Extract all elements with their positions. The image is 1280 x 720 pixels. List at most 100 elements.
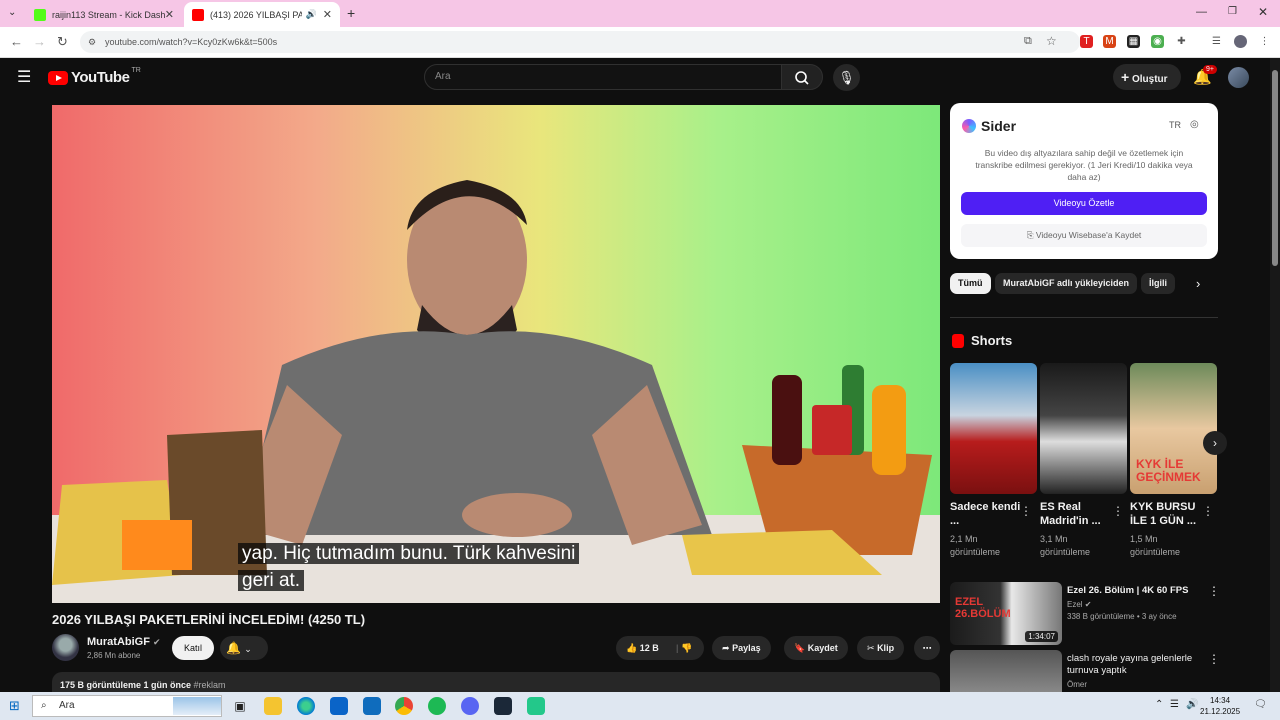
related-video-title[interactable]: clash royale yayına gelenlerle turnuva y…	[1067, 653, 1207, 677]
more-vert-icon[interactable]: ⋮	[1202, 504, 1214, 518]
chip-related[interactable]: İlgili	[1141, 273, 1175, 294]
related-channel[interactable]: Ezel ✔	[1067, 599, 1092, 610]
video-player[interactable]: yap. Hiç tutmadım bunu. Türk kahvesini g…	[52, 105, 940, 603]
extension-red-icon[interactable]: T	[1080, 35, 1093, 48]
taskbar-clock[interactable]: 14:34 21.12.2025	[1200, 695, 1240, 717]
more-vert-icon[interactable]: ⋮	[1208, 652, 1220, 666]
short-thumbnail[interactable]	[950, 363, 1037, 494]
youtube-logo[interactable]: YouTube TR	[48, 67, 141, 86]
close-tab-icon[interactable]: ✕	[165, 8, 174, 21]
tab-kick-dashboard[interactable]: raijin113 Stream - Kick Dashboa ✕	[26, 2, 182, 27]
chip-all[interactable]: Tümü	[950, 273, 991, 294]
show-hidden-icons-chevron[interactable]: ⌃	[1155, 699, 1163, 710]
create-button[interactable]: + Oluştur	[1113, 64, 1181, 90]
windows-start-icon[interactable]: ⊞	[9, 698, 20, 714]
share-button[interactable]: ➦ Paylaş	[712, 636, 771, 660]
tab-list-chevron-icon[interactable]: ⌄	[8, 7, 16, 18]
bookmark-star-icon[interactable]: ☆	[1046, 34, 1057, 48]
browser-menu-icon[interactable]: ⋮	[1258, 35, 1271, 48]
join-button[interactable]: Katıl	[172, 636, 214, 660]
close-tab-icon[interactable]: ✕	[323, 8, 332, 21]
chip-from-uploader[interactable]: MuratAbiGF adlı yükleyiciden	[995, 273, 1138, 294]
address-bar[interactable]: ⚙ youtube.com/watch?v=Kcy0zKw6k&t=500s	[80, 31, 1080, 53]
extension-fox-icon[interactable]: M	[1103, 35, 1116, 48]
shorts-next-button[interactable]: ›	[1203, 431, 1227, 455]
minimize-window-button[interactable]: —	[1196, 6, 1207, 18]
short-title[interactable]: ES Real Madrid'in ...	[1040, 500, 1112, 528]
channel-name[interactable]: MuratAbiGF ✔	[87, 636, 161, 648]
network-icon[interactable]: ☰	[1170, 699, 1179, 710]
search-button[interactable]	[781, 64, 823, 90]
close-window-button[interactable]: ✕	[1258, 5, 1268, 19]
sider-language[interactable]: TR	[1169, 120, 1181, 130]
sider-brand: Sider	[981, 118, 1017, 134]
audio-playing-icon[interactable]: 🔊	[306, 9, 317, 20]
notifications-icon[interactable]: 🗨	[1254, 699, 1267, 710]
save-to-wisebase-button[interactable]: ⎘ Videoyu Wisebase'a Kaydet	[961, 224, 1207, 247]
discord-icon[interactable]	[461, 697, 479, 715]
account-avatar[interactable]	[1228, 67, 1249, 88]
hashtag[interactable]: #reklam	[194, 680, 226, 690]
shorts-heading: Shorts	[971, 333, 1013, 348]
more-actions-button[interactable]: ⋯	[914, 636, 940, 660]
related-video-title[interactable]: Ezel 26. Bölüm | 4K 60 FPS	[1067, 585, 1207, 597]
description-box[interactable]: 175 B görüntüleme 1 gün önce #reklam	[52, 672, 940, 694]
file-explorer-icon[interactable]	[264, 697, 282, 715]
chrome-icon[interactable]	[395, 697, 413, 715]
short-views-count: 2,1 Mn	[950, 534, 978, 544]
extensions-puzzle-icon[interactable]: ✚	[1175, 35, 1188, 48]
dislike-button[interactable]: 👎	[670, 636, 704, 660]
edge-browser-icon[interactable]	[297, 697, 315, 715]
sider-settings-icon[interactable]: ◎	[1190, 119, 1199, 130]
summarize-video-button[interactable]: Videoyu Özetle	[961, 192, 1207, 215]
share-label: Paylaş	[732, 643, 761, 653]
volume-icon[interactable]: 🔊	[1186, 699, 1198, 710]
shorts-icon	[952, 334, 964, 348]
scrollbar-thumb[interactable]	[1272, 70, 1278, 266]
new-tab-button[interactable]: +	[347, 5, 355, 21]
microsoft-store-icon[interactable]	[330, 697, 348, 715]
restore-window-button[interactable]: ❐	[1228, 6, 1237, 17]
short-thumbnail[interactable]	[1040, 363, 1127, 494]
subscribed-bell-button[interactable]: 🔔 ⌄	[220, 636, 268, 660]
site-info-icon[interactable]: ⚙	[88, 31, 96, 53]
tab-youtube-video[interactable]: (413) 2026 YILBAŞI PAKETLE 🔊 ✕	[184, 2, 340, 27]
related-video-thumbnail[interactable]	[950, 650, 1062, 692]
youtube-header: ☰ YouTube TR Ara 🎙 + Oluştur 🔔 9+	[0, 58, 1270, 98]
save-button[interactable]: 🔖 Kaydet	[784, 636, 848, 660]
extension-dark-icon[interactable]: ▦	[1127, 35, 1140, 48]
clip-button[interactable]: ✂ Klip	[857, 636, 905, 660]
more-vert-icon[interactable]: ⋮	[1208, 584, 1220, 598]
view-stats: 175 B görüntüleme 1 gün önce	[60, 680, 192, 690]
chevron-right-icon[interactable]: ›	[1196, 276, 1200, 291]
related-video-thumbnail[interactable]: EZEL 26.BÖLÜM 1:34:07	[950, 582, 1062, 645]
voice-search-button[interactable]: 🎙	[833, 64, 860, 91]
profile-avatar-icon[interactable]	[1234, 35, 1247, 48]
more-vert-icon[interactable]: ⋮	[1112, 504, 1124, 518]
hamburger-menu-icon[interactable]: ☰	[17, 67, 31, 87]
reading-list-icon[interactable]: ☰	[1210, 35, 1223, 48]
subtitle-line: geri at.	[238, 570, 305, 591]
clip-label: Klip	[877, 643, 895, 653]
install-app-icon[interactable]: ⧉	[1024, 35, 1032, 48]
short-thumbnail[interactable]: KYK İLE GEÇİNMEK	[1130, 363, 1217, 494]
short-title[interactable]: Sadece kendi ...	[950, 500, 1022, 528]
task-view-icon[interactable]: ▣	[231, 697, 249, 715]
extension-green-icon[interactable]: ◉	[1151, 35, 1164, 48]
forward-arrow-icon[interactable]: →	[33, 34, 46, 49]
taskbar-search-input[interactable]: ⌕ Ara	[32, 695, 222, 717]
reload-icon[interactable]: ↻	[57, 34, 68, 50]
more-vert-icon[interactable]: ⋮	[1020, 504, 1032, 518]
spotify-icon[interactable]	[428, 697, 446, 715]
android-app-icon[interactable]	[527, 697, 545, 715]
steam-icon[interactable]	[494, 697, 512, 715]
channel-avatar[interactable]	[52, 634, 79, 661]
search-input[interactable]: Ara	[424, 64, 782, 90]
outlook-icon[interactable]	[363, 697, 381, 715]
back-arrow-icon[interactable]: ←	[10, 34, 23, 49]
related-channel[interactable]: Ömer	[1067, 679, 1087, 690]
short-views-label: görüntüleme	[950, 547, 1001, 557]
video-title: 2026 YILBAŞI PAKETLERİNİ İNCELEDİM! (425…	[52, 612, 366, 627]
like-count: 12 B	[639, 643, 659, 653]
short-title[interactable]: KYK BURSU İLE 1 GÜN ...	[1130, 500, 1202, 528]
